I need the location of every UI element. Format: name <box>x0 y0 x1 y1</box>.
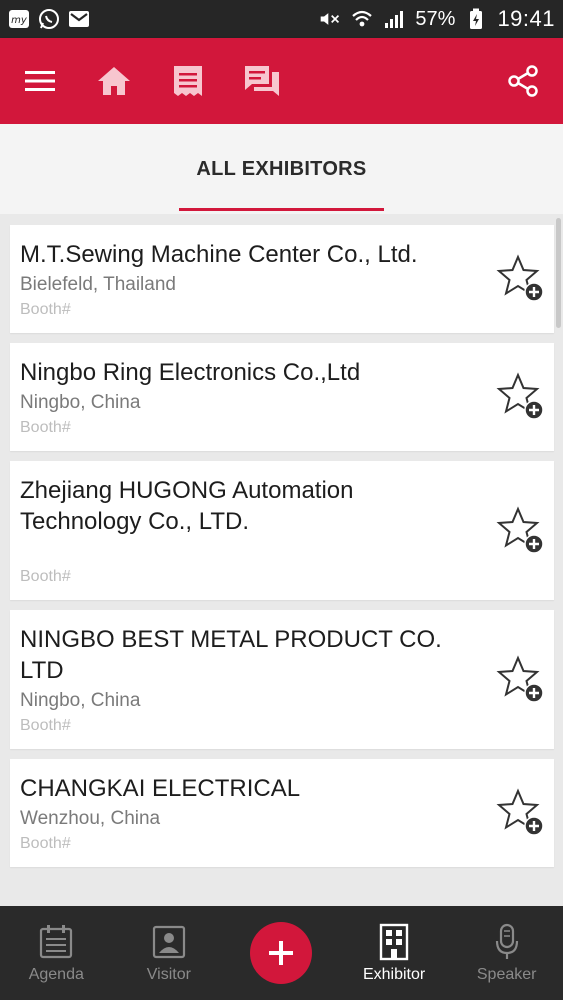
signal-icon <box>383 8 405 30</box>
building-icon <box>374 922 414 962</box>
battery-charging-icon <box>465 8 487 30</box>
bottom-nav: Agenda Visitor Exhibitor Speaker <box>0 906 563 1000</box>
exhibitor-booth: Booth# <box>20 717 71 734</box>
notes-icon[interactable] <box>170 63 206 99</box>
svg-text:my: my <box>11 15 28 26</box>
gmail-icon <box>68 8 90 30</box>
status-bar: my 57% 19:41 <box>0 0 563 38</box>
nav-add[interactable] <box>225 906 338 1000</box>
chat-icon[interactable] <box>244 63 280 99</box>
nav-speaker[interactable]: Speaker <box>450 906 563 1000</box>
home-icon[interactable] <box>96 63 132 99</box>
add-favorite-icon[interactable] <box>496 654 546 705</box>
share-icon[interactable] <box>505 63 541 99</box>
exhibitor-booth: Booth# <box>20 835 71 852</box>
exhibitor-location <box>20 540 444 564</box>
add-favorite-icon[interactable] <box>496 254 546 304</box>
nav-agenda[interactable]: Agenda <box>0 906 113 1000</box>
app-bar-left <box>22 63 280 99</box>
exhibitor-location: Ningbo, China <box>20 690 141 711</box>
mute-icon <box>319 8 341 30</box>
exhibitor-list: M.T.Sewing Machine Center Co., Ltd. Biel… <box>10 225 554 877</box>
menu-icon[interactable] <box>22 63 58 99</box>
clock: 19:41 <box>497 6 555 31</box>
exhibitor-name: Zhejiang HUGONG Automation Technology Co… <box>20 477 354 535</box>
nav-exhibitor[interactable]: Exhibitor <box>338 906 451 1000</box>
nav-speaker-label: Speaker <box>476 966 537 983</box>
exhibitor-booth: Booth# <box>20 301 71 318</box>
tab-header: ALL EXHIBITORS <box>0 124 563 214</box>
whatsapp-icon <box>38 8 60 30</box>
myntra-app-icon: my <box>8 8 30 30</box>
battery-percent: 57% <box>415 7 456 30</box>
plus-icon <box>269 941 294 965</box>
tab-all-exhibitors[interactable]: ALL EXHIBITORS <box>0 158 563 181</box>
nav-visitor-label: Visitor <box>146 966 191 983</box>
add-favorite-icon[interactable] <box>496 372 546 422</box>
visitor-icon <box>149 922 189 962</box>
calendar-icon <box>36 922 76 962</box>
wifi-icon <box>351 8 373 30</box>
scrollbar[interactable] <box>556 218 561 328</box>
exhibitor-card[interactable]: Zhejiang HUGONG Automation Technology Co… <box>10 461 554 600</box>
nav-visitor[interactable]: Visitor <box>113 906 226 1000</box>
exhibitor-card[interactable]: CHANGKAI ELECTRICAL Wenzhou, China Booth… <box>10 759 554 867</box>
exhibitor-booth: Booth# <box>20 568 71 585</box>
exhibitor-location: Wenzhou, China <box>20 808 161 829</box>
exhibitor-location: Ningbo, China <box>20 392 141 413</box>
tab-indicator <box>179 208 384 211</box>
add-fab[interactable] <box>250 922 313 984</box>
exhibitor-name: Ningbo Ring Electronics Co.,Ltd <box>20 359 361 386</box>
exhibitor-card[interactable]: Ningbo Ring Electronics Co.,Ltd Ningbo, … <box>10 343 554 451</box>
exhibitor-booth: Booth# <box>20 419 71 436</box>
nav-exhibitor-label: Exhibitor <box>362 966 426 983</box>
exhibitor-card[interactable]: NINGBO BEST METAL PRODUCT CO. LTD Ningbo… <box>10 610 554 749</box>
status-left: my <box>8 8 90 30</box>
exhibitor-name: NINGBO BEST METAL PRODUCT CO. LTD <box>20 626 442 684</box>
microphone-icon <box>487 922 527 962</box>
status-right: 57% 19:41 <box>319 6 555 32</box>
exhibitor-name: M.T.Sewing Machine Center Co., Ltd. <box>20 241 418 268</box>
exhibitor-location: Bielefeld, Thailand <box>20 274 176 295</box>
exhibitor-card[interactable]: M.T.Sewing Machine Center Co., Ltd. Biel… <box>10 225 554 333</box>
app-bar <box>0 38 563 124</box>
nav-agenda-label: Agenda <box>28 966 84 983</box>
exhibitor-name: CHANGKAI ELECTRICAL <box>20 775 301 802</box>
add-favorite-icon[interactable] <box>496 788 546 838</box>
add-favorite-icon[interactable] <box>496 505 546 556</box>
